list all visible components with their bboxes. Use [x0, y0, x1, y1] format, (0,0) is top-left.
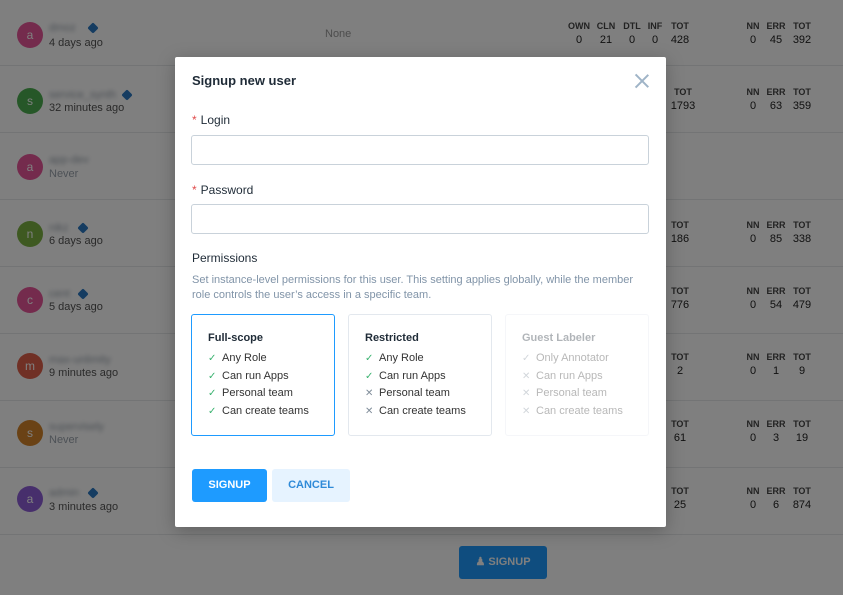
- password-input[interactable]: [191, 204, 649, 234]
- check-icon: ✓: [365, 353, 374, 364]
- feature-item: ✕ Can create teams: [522, 403, 648, 421]
- required-mark: *: [192, 183, 197, 197]
- permission-card-restricted[interactable]: Restricted ✓ Any Role ✓ Can run Apps ✕ Pers…: [348, 314, 492, 436]
- required-mark: *: [192, 113, 197, 127]
- dialog-title: Signup new user: [192, 73, 297, 88]
- feature-item: ✓ Only Annotator: [522, 350, 648, 368]
- permission-card-guest-labeler: Guest Labeler ✓ Only Annotator ✕ Can run A…: [505, 314, 649, 436]
- cross-icon: ✕: [365, 405, 374, 417]
- password-label: * Password: [192, 183, 254, 197]
- feature-item: ✓ Can run Apps: [365, 368, 491, 386]
- feature-item: ✓ Any Role: [365, 350, 491, 368]
- feature-item: ✓ Can create teams: [208, 403, 334, 421]
- feature-item: ✓ Can run Apps: [208, 368, 334, 386]
- permissions-heading: Permissions: [192, 251, 258, 265]
- permissions-description: Set instance-level permissions for this …: [192, 274, 634, 301]
- login-input[interactable]: [191, 135, 649, 165]
- check-icon: ✓: [208, 353, 217, 364]
- feature-item: ✕ Personal team: [522, 385, 648, 403]
- card-title: Guest Labeler: [522, 332, 596, 344]
- check-icon: ✓: [208, 370, 217, 382]
- feature-item: ✓ Any Role: [208, 350, 334, 368]
- card-title: Full-scope: [208, 332, 264, 344]
- permission-card-full-scope[interactable]: Full-scope ✓ Any Role ✓ Can run Apps ✓ Pers…: [191, 314, 335, 436]
- signup-dialog: Signup new user * Login * Password Permiss…: [175, 57, 666, 527]
- check-icon: ✓: [208, 388, 217, 399]
- login-label: * Login: [192, 113, 231, 127]
- cross-icon: ✕: [522, 388, 531, 399]
- cancel-button[interactable]: CANCEL: [272, 469, 350, 502]
- cross-icon: ✕: [522, 370, 531, 382]
- feature-item: ✕ Can create teams: [365, 403, 491, 421]
- feature-item: ✓ Personal team: [208, 385, 334, 403]
- close-icon[interactable]: [633, 72, 651, 90]
- check-icon: ✓: [522, 353, 531, 364]
- feature-item: ✕ Personal team: [365, 385, 491, 403]
- check-icon: ✓: [208, 405, 217, 417]
- cross-icon: ✕: [522, 405, 531, 417]
- card-title: Restricted: [365, 332, 419, 344]
- cross-icon: ✕: [365, 388, 374, 399]
- feature-item: ✕ Can run Apps: [522, 368, 648, 386]
- check-icon: ✓: [365, 370, 374, 382]
- signup-button[interactable]: SIGNUP: [192, 469, 267, 502]
